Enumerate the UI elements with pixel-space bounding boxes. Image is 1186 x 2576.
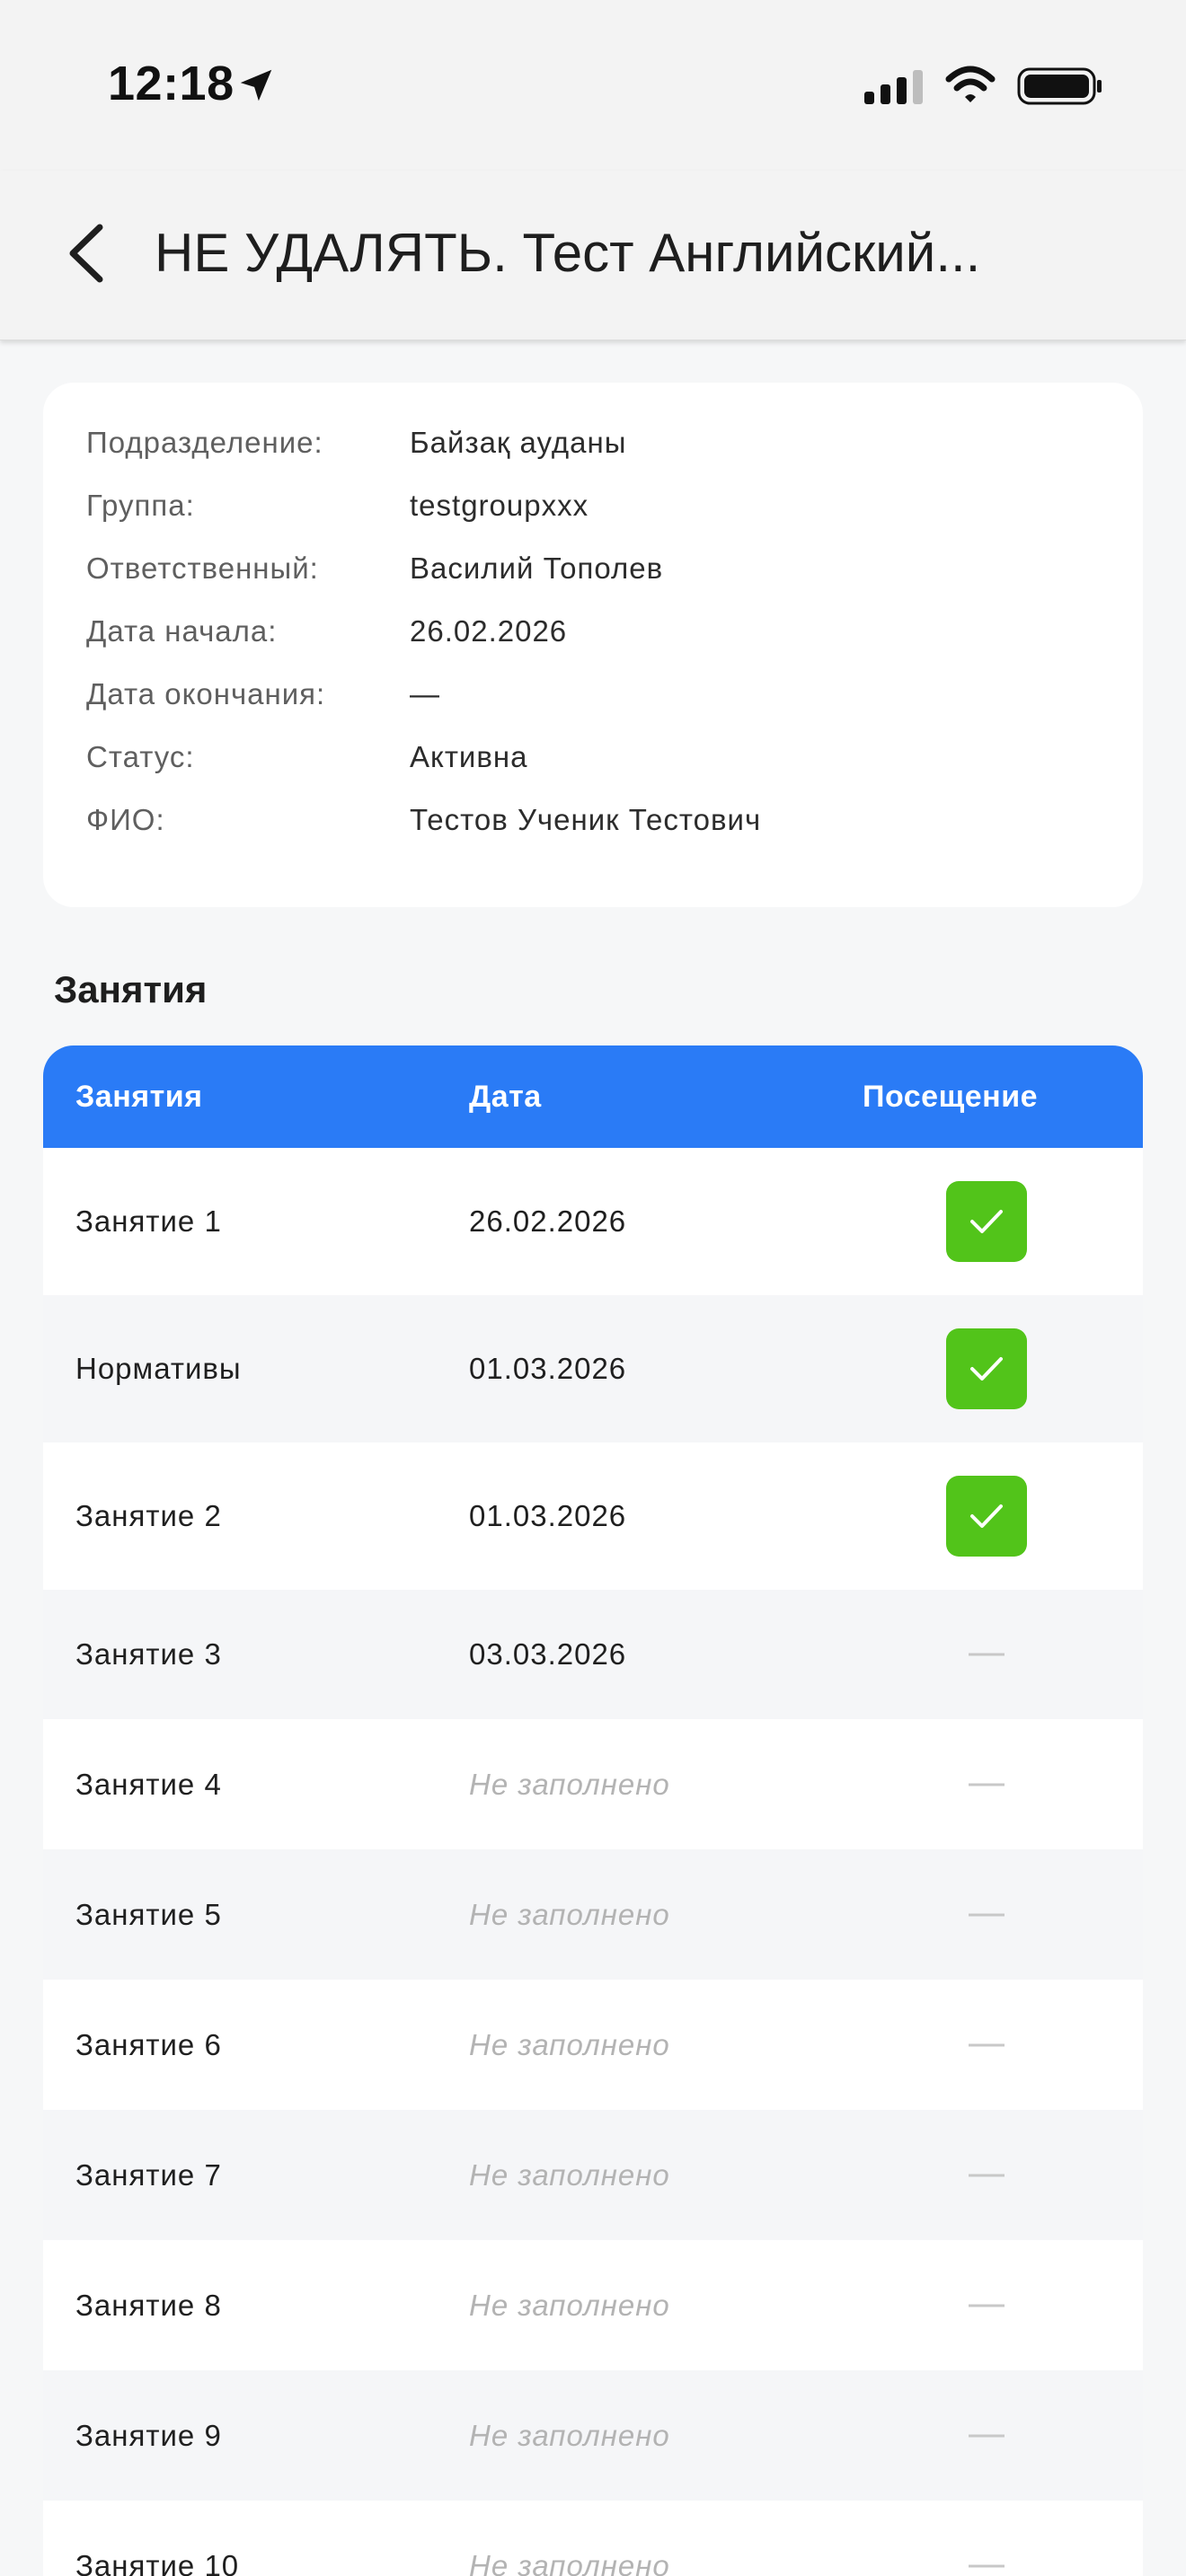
info-label: Статус: — [86, 740, 195, 773]
attendance-empty-dash — [969, 2434, 1005, 2437]
section-title: Занятия — [54, 968, 208, 1010]
info-row-group: Группа: testgroupxxx — [86, 489, 1111, 534]
column-header-attendance: Посещение — [863, 1080, 1039, 1114]
table-row[interactable]: Занятие 6 Не заполнено — [43, 1980, 1143, 2111]
attendance-empty-dash — [969, 2174, 1005, 2176]
wifi-icon — [945, 66, 996, 102]
table-row[interactable]: Занятие 8 Не заполнено — [43, 2240, 1143, 2371]
status-bar: 12:18 — [0, 0, 1186, 171]
table-row[interactable]: Занятие 7 Не заполнено — [43, 2110, 1143, 2241]
info-value: Тестов Ученик Тестович — [410, 803, 762, 836]
table-row[interactable]: Занятие 9 Не заполнено — [43, 2370, 1143, 2501]
info-label: Группа: — [86, 489, 195, 522]
chevron-left-icon — [69, 224, 103, 283]
lesson-name: Занятие 6 — [75, 2027, 222, 2061]
column-header-date: Дата — [469, 1080, 542, 1114]
battery-icon — [1017, 67, 1102, 105]
lesson-name: Занятие 9 — [75, 2418, 222, 2452]
info-label: Дата окончания: — [86, 677, 326, 710]
status-time: 12:18 — [108, 57, 235, 110]
cellular-signal-icon — [864, 70, 923, 104]
lessons-table: Занятия Дата Посещение Занятие 1 26.02.20… — [43, 1045, 1143, 2576]
attendance-empty-dash — [969, 2564, 1005, 2567]
lesson-name: Занятие 4 — [75, 1767, 222, 1801]
lesson-name: Занятие 7 — [75, 2157, 222, 2192]
info-value: Активна — [410, 740, 528, 773]
attendance-checkbox[interactable] — [946, 1181, 1027, 1262]
lesson-date: Не заполнено — [469, 2418, 670, 2452]
checkmark-icon — [970, 1357, 1003, 1381]
info-value: — — [410, 677, 440, 710]
info-label: Ответственный: — [86, 551, 319, 585]
lesson-name: Занятие 3 — [75, 1637, 222, 1671]
page-title: НЕ УДАЛЯТЬ. Тест Английский... — [155, 223, 981, 283]
info-label: ФИО: — [86, 803, 165, 836]
attendance-empty-dash — [969, 1913, 1005, 1916]
info-card: Подразделение: Байзақ ауданы Группа: tes… — [43, 383, 1143, 907]
checkmark-icon — [970, 1210, 1003, 1233]
lesson-date: 01.03.2026 — [469, 1499, 627, 1532]
table-header: Занятия Дата Посещение — [43, 1045, 1143, 1148]
attendance-empty-dash — [969, 1783, 1005, 1786]
table-row[interactable]: Занятие 3 03.03.2026 — [43, 1590, 1143, 1720]
attendance-empty-dash — [969, 1653, 1005, 1656]
lesson-date: Не заполнено — [469, 1897, 670, 1931]
lesson-name: Занятие 10 — [75, 2548, 240, 2576]
attendance-empty-dash — [969, 2043, 1005, 2046]
info-label: Подразделение: — [86, 426, 323, 459]
lesson-name: Занятие 1 — [75, 1204, 222, 1238]
info-row-start-date: Дата начала: 26.02.2026 — [86, 614, 1111, 659]
lesson-date: Не заполнено — [469, 2288, 670, 2322]
checkmark-icon — [970, 1504, 1003, 1528]
table-row[interactable]: Занятие 1 26.02.2026 — [43, 1148, 1143, 1296]
info-value: Байзақ ауданы — [410, 426, 627, 459]
lesson-name: Занятие 2 — [75, 1499, 222, 1532]
attendance-checkbox[interactable] — [946, 1476, 1027, 1557]
lesson-date: Не заполнено — [469, 2157, 670, 2192]
info-value: testgroupxxx — [410, 489, 589, 522]
table-row[interactable]: Нормативы 01.03.2026 — [43, 1295, 1143, 1443]
info-label: Дата начала: — [86, 614, 278, 648]
table-row[interactable]: Занятие 5 Не заполнено — [43, 1849, 1143, 1981]
info-row-fullname: ФИО: Тестов Ученик Тестович — [86, 803, 1111, 848]
column-header-lesson: Занятия — [75, 1080, 203, 1114]
lesson-date: Не заполнено — [469, 2548, 670, 2576]
lesson-date: 26.02.2026 — [469, 1204, 627, 1238]
lesson-date: 03.03.2026 — [469, 1637, 627, 1671]
info-row-responsible: Ответственный: Василий Тополев — [86, 551, 1111, 596]
info-row-status: Статус: Активна — [86, 740, 1111, 785]
info-value: Василий Тополев — [410, 551, 664, 585]
info-value: 26.02.2026 — [410, 614, 568, 648]
app-header: НЕ УДАЛЯТЬ. Тест Английский... — [0, 171, 1186, 340]
lesson-name: Нормативы — [75, 1352, 242, 1385]
lesson-date: 01.03.2026 — [469, 1352, 627, 1385]
attendance-empty-dash — [969, 2304, 1005, 2307]
info-row-end-date: Дата окончания: — — [86, 677, 1111, 722]
location-arrow-icon — [240, 69, 272, 101]
lesson-name: Занятие 8 — [75, 2288, 222, 2322]
lesson-date: Не заполнено — [469, 1767, 670, 1801]
lesson-name: Занятие 5 — [75, 1897, 222, 1931]
info-row-subdivision: Подразделение: Байзақ ауданы — [86, 426, 1111, 471]
attendance-checkbox[interactable] — [946, 1328, 1027, 1409]
table-row[interactable]: Занятие 2 01.03.2026 — [43, 1442, 1143, 1591]
back-button[interactable] — [50, 217, 122, 289]
lesson-date: Не заполнено — [469, 2027, 670, 2061]
table-row[interactable]: Занятие 10 Не заполнено — [43, 2501, 1143, 2576]
table-row[interactable]: Занятие 4 Не заполнено — [43, 1719, 1143, 1850]
